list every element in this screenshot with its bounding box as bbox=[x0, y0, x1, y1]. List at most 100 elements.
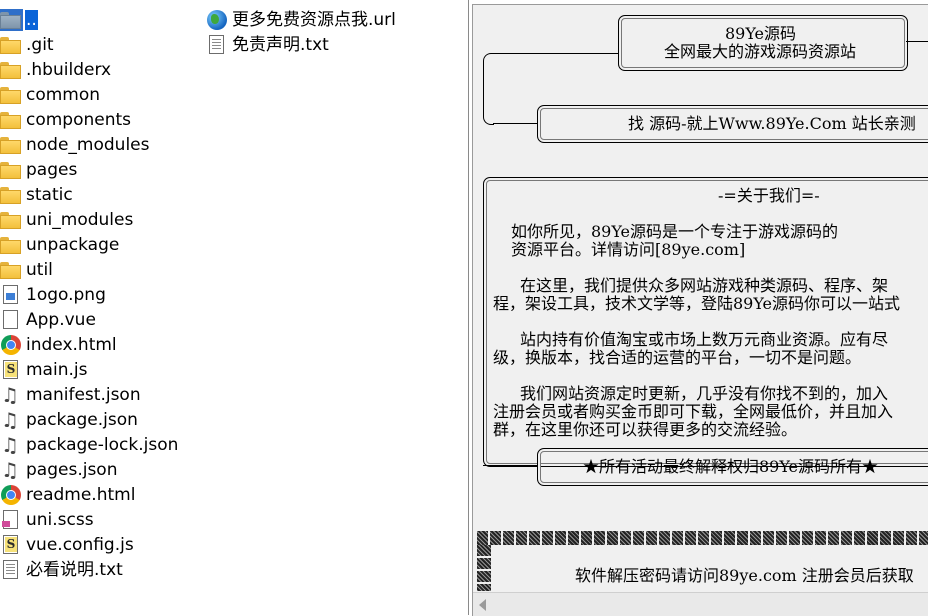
file-name: .git bbox=[26, 34, 54, 55]
about-para3-line2: 级，换版本，找合适的运营的平台，一切不是问题。 bbox=[493, 348, 862, 367]
folder-icon bbox=[0, 159, 23, 181]
about-title: -=关于我们=- bbox=[718, 186, 820, 205]
file-name: package-lock.json bbox=[26, 434, 179, 455]
file-item[interactable]: .git bbox=[0, 32, 179, 57]
file-name: pages.json bbox=[26, 459, 118, 480]
file-list-column-1: .. .git .hbuilderx common components node_mod… bbox=[0, 7, 179, 582]
json-file-icon bbox=[0, 458, 23, 482]
file-name: node_modules bbox=[26, 134, 150, 155]
folder-icon bbox=[0, 209, 23, 231]
folder-icon bbox=[0, 59, 23, 81]
file-name: 1ogo.png bbox=[26, 284, 106, 305]
scroll-left-arrow-icon[interactable] bbox=[479, 599, 486, 611]
json-file-icon bbox=[0, 408, 23, 432]
file-item[interactable]: pages bbox=[0, 157, 179, 182]
file-name: uni_modules bbox=[26, 209, 134, 230]
file-name: 免责声明.txt bbox=[232, 34, 329, 55]
dotted-banner-left-border bbox=[477, 545, 491, 591]
file-item[interactable]: manifest.json bbox=[0, 382, 179, 407]
file-name: components bbox=[26, 109, 132, 130]
file-name: main.js bbox=[26, 359, 88, 380]
file-name: uni.scss bbox=[26, 509, 94, 530]
header-left-connector bbox=[493, 53, 618, 54]
folder-icon bbox=[0, 234, 23, 256]
file-name: manifest.json bbox=[26, 384, 141, 405]
folder-icon bbox=[0, 84, 23, 106]
folder-icon bbox=[0, 109, 23, 131]
file-item[interactable]: package-lock.json bbox=[0, 432, 179, 457]
file-item[interactable]: main.js bbox=[0, 357, 179, 382]
document-icon bbox=[0, 309, 23, 331]
file-name: 必看说明.txt bbox=[26, 559, 123, 580]
js-file-icon bbox=[0, 359, 23, 381]
folder-icon bbox=[0, 184, 23, 206]
header-line-1: 89Ye源码 bbox=[725, 24, 797, 43]
about-para4-line3: 群，在这里你还可以获得更多的交流经验。 bbox=[493, 420, 798, 439]
slogan-left-connector bbox=[493, 123, 537, 124]
file-item[interactable]: package.json bbox=[0, 407, 179, 432]
file-item[interactable]: readme.html bbox=[0, 482, 179, 507]
file-name: pages bbox=[26, 159, 78, 180]
file-name: package.json bbox=[26, 409, 138, 430]
file-item[interactable]: 必看说明.txt bbox=[0, 557, 179, 582]
json-file-icon bbox=[0, 433, 23, 457]
left-bracket-connector bbox=[483, 53, 494, 125]
about-para2-line1: 在这里，我们提供众多网站游戏种类源码、程序、架 bbox=[520, 276, 889, 295]
file-name: unpackage bbox=[26, 234, 120, 255]
footer-left-connector bbox=[483, 465, 537, 466]
about-para4-line2: 注册会员或者购买金币即可下载，全网最低价，并且加入 bbox=[493, 402, 894, 421]
file-item[interactable]: uni_modules bbox=[0, 207, 179, 232]
file-name: .. bbox=[25, 9, 38, 30]
file-item[interactable]: pages.json bbox=[0, 457, 179, 482]
file-item[interactable]: 1ogo.png bbox=[0, 282, 179, 307]
file-name: readme.html bbox=[26, 484, 136, 505]
bottom-note: 软件解压密码请访问89ye.com 注册会员后获取 bbox=[575, 566, 914, 585]
chrome-icon bbox=[0, 484, 23, 506]
file-item[interactable]: index.html bbox=[0, 332, 179, 357]
file-item[interactable]: .. bbox=[0, 7, 179, 32]
about-para1-line2: 资源平台。详情访问[89ye.com] bbox=[511, 240, 746, 259]
json-file-icon bbox=[0, 383, 23, 407]
file-item[interactable]: unpackage bbox=[0, 232, 179, 257]
file-name: vue.config.js bbox=[26, 534, 134, 555]
file-name: 更多免费资源点我.url bbox=[232, 9, 396, 30]
text-preview-pane: 89Ye源码 全网最大的游戏源码资源站 找 源码-就上Www.89Ye.Com … bbox=[472, 4, 928, 616]
file-list-pane: .. .git .hbuilderx common components node_mod… bbox=[0, 0, 469, 615]
file-item[interactable]: uni.scss bbox=[0, 507, 179, 532]
footer-text: ★所有活动最终解释权归89Ye源码所有★ bbox=[583, 457, 879, 476]
text-file-icon bbox=[0, 559, 23, 581]
file-item[interactable]: util bbox=[0, 257, 179, 282]
file-item[interactable]: 免责声明.txt bbox=[206, 32, 397, 57]
folder-up-icon bbox=[0, 8, 23, 31]
css-file-icon bbox=[0, 509, 23, 531]
header-line-2: 全网最大的游戏源码资源站 bbox=[664, 42, 857, 61]
file-item[interactable]: vue.config.js bbox=[0, 532, 179, 557]
chrome-icon bbox=[0, 334, 23, 356]
file-name: static bbox=[26, 184, 73, 205]
js-file-icon bbox=[0, 534, 23, 556]
image-file-icon bbox=[0, 284, 23, 306]
header-right-connector bbox=[906, 41, 928, 42]
file-name: index.html bbox=[26, 334, 117, 355]
folder-icon bbox=[0, 34, 23, 56]
file-item[interactable]: common bbox=[0, 82, 179, 107]
file-item[interactable]: components bbox=[0, 107, 179, 132]
about-para3-line1: 站内持有价值淘宝或市场上数万元商业资源。应有尽 bbox=[520, 330, 889, 349]
about-para1-line1: 如你所见，89Ye源码是一个专注于游戏源码的 bbox=[511, 222, 839, 241]
horizontal-scrollbar[interactable] bbox=[473, 592, 928, 616]
file-name: common bbox=[26, 84, 101, 105]
file-item[interactable]: 更多免费资源点我.url bbox=[206, 7, 397, 32]
file-name: .hbuilderx bbox=[26, 59, 112, 80]
file-item[interactable]: static bbox=[0, 182, 179, 207]
file-item[interactable]: .hbuilderx bbox=[0, 57, 179, 82]
slogan-text: 找 源码-就上Www.89Ye.Com 站长亲测 bbox=[628, 114, 916, 133]
globe-icon bbox=[206, 9, 229, 31]
file-name: util bbox=[26, 259, 53, 280]
folder-icon bbox=[0, 134, 23, 156]
about-para2-line2: 程，架设工具，技术文学等，登陆89Ye源码你可以一站式 bbox=[493, 294, 901, 313]
file-item[interactable]: node_modules bbox=[0, 132, 179, 157]
file-list-column-2: 更多免费资源点我.url 免责声明.txt bbox=[206, 7, 397, 57]
file-name: App.vue bbox=[26, 309, 96, 330]
text-file-icon bbox=[206, 34, 229, 56]
file-item[interactable]: App.vue bbox=[0, 307, 179, 332]
